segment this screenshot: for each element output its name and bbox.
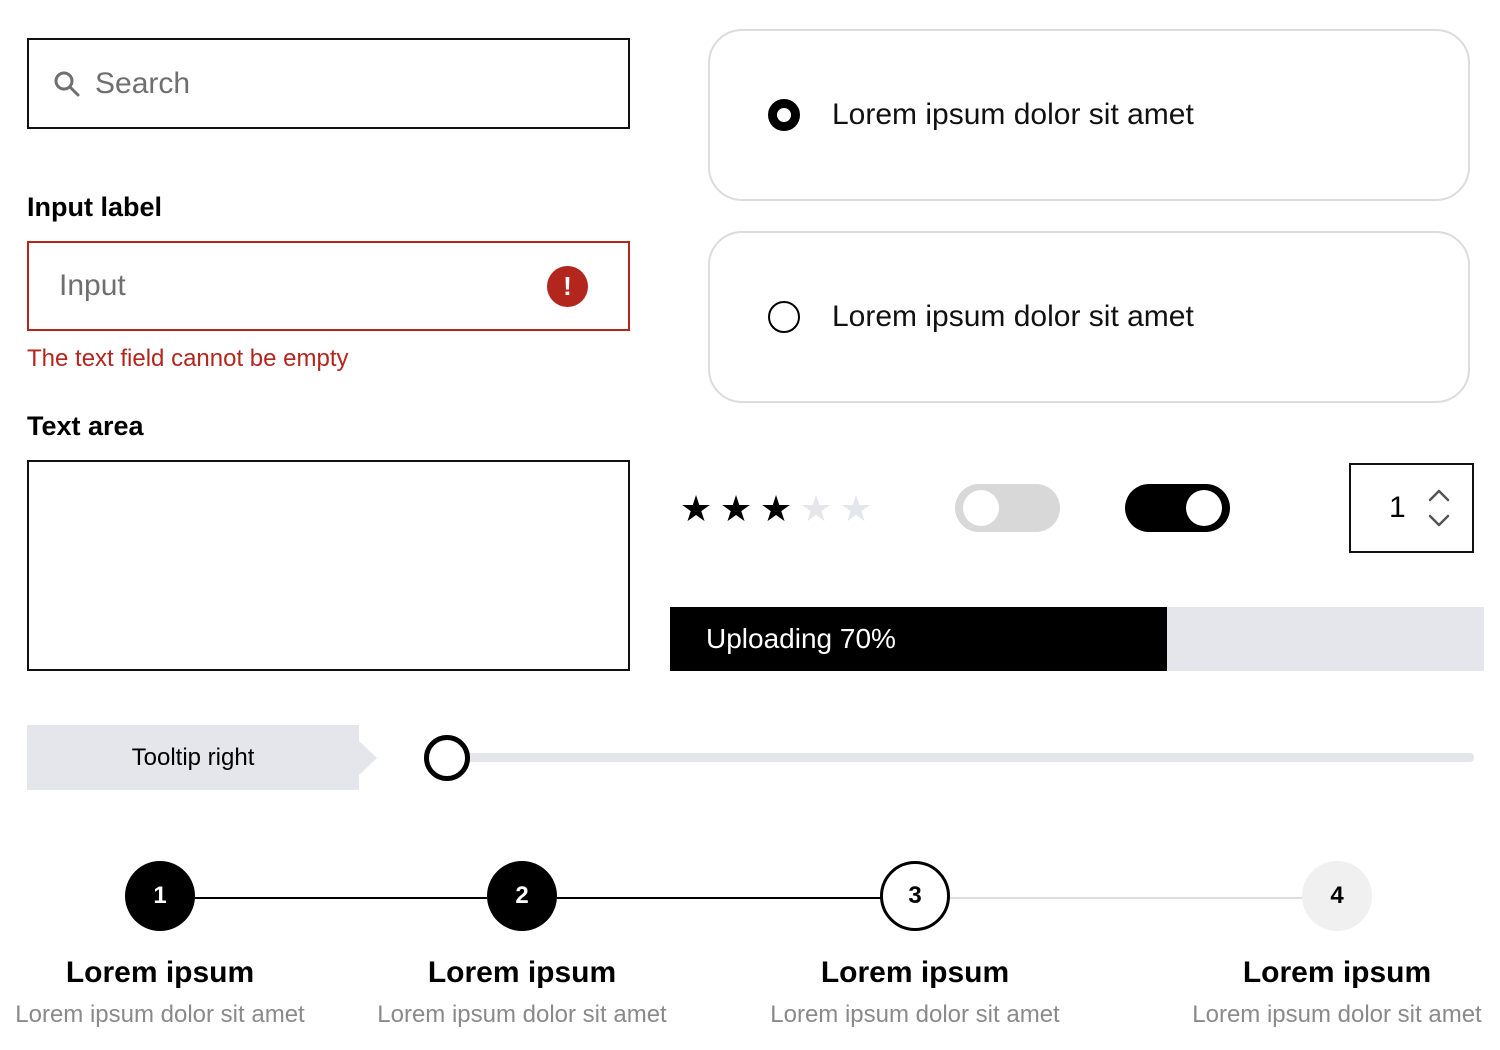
- step-number: 1: [153, 882, 167, 909]
- star-icon[interactable]: ★: [678, 488, 714, 530]
- step-connector: [950, 897, 1303, 899]
- step-indicator-1[interactable]: 1: [125, 861, 195, 931]
- upload-progress-bar: Uploading 70%: [670, 607, 1484, 671]
- step-title: Lorem ipsum: [65, 956, 255, 989]
- step-description: Lorem ipsum dolor sit amet: [377, 1001, 667, 1028]
- progress-label: Uploading 70%: [706, 623, 896, 654]
- star-rating[interactable]: ★ ★ ★ ★ ★: [678, 488, 874, 530]
- star-icon[interactable]: ★: [838, 488, 874, 530]
- search-icon: [54, 71, 80, 96]
- step-indicator-3[interactable]: 3: [880, 861, 950, 931]
- radio-label: Lorem ipsum dolor sit amet: [832, 98, 1194, 131]
- toggle-knob: [1186, 490, 1222, 526]
- slider-thumb[interactable]: [424, 735, 470, 781]
- toggle-switch-off[interactable]: [955, 484, 1060, 532]
- search-input[interactable]: [95, 66, 575, 101]
- quantity-stepper[interactable]: 1: [1349, 463, 1474, 553]
- step-description: Lorem ipsum dolor sit amet: [1192, 1001, 1482, 1028]
- text-area[interactable]: [27, 460, 630, 671]
- search-field[interactable]: [27, 38, 630, 129]
- step-title: Lorem ipsum: [1242, 956, 1432, 989]
- textarea-label: Text area: [27, 411, 144, 441]
- text-input-field[interactable]: !: [27, 241, 630, 331]
- quantity-value: 1: [1389, 491, 1406, 524]
- toggle-knob: [963, 490, 999, 526]
- radio-button-unchecked[interactable]: [768, 301, 800, 333]
- step-title: Lorem ipsum: [427, 956, 617, 989]
- slider-track[interactable]: [447, 753, 1474, 762]
- step-indicator-2[interactable]: 2: [487, 861, 557, 931]
- radio-label: Lorem ipsum dolor sit amet: [832, 300, 1194, 333]
- input-label: Input label: [27, 192, 162, 222]
- radio-card-2[interactable]: Lorem ipsum dolor sit amet: [708, 231, 1470, 403]
- chevron-up-icon[interactable]: [1427, 487, 1451, 503]
- tooltip-text: Tooltip right: [131, 743, 255, 771]
- radio-card-1[interactable]: Lorem ipsum dolor sit amet: [708, 29, 1470, 201]
- chevron-down-icon[interactable]: [1427, 513, 1451, 529]
- tooltip-arrow: [359, 741, 377, 775]
- exclamation-icon: !: [547, 265, 588, 307]
- step-description: Lorem ipsum dolor sit amet: [770, 1001, 1060, 1028]
- step-title: Lorem ipsum: [820, 956, 1010, 989]
- step-number: 4: [1330, 882, 1344, 909]
- toggle-switch-on[interactable]: [1125, 484, 1230, 532]
- text-input[interactable]: [59, 269, 499, 303]
- step-description: Lorem ipsum dolor sit amet: [15, 1001, 305, 1028]
- tooltip: Tooltip right: [27, 725, 359, 790]
- step-connector: [557, 897, 881, 899]
- error-message: The text field cannot be empty: [27, 345, 349, 372]
- step-indicator-4[interactable]: 4: [1302, 861, 1372, 931]
- step-connector: [195, 897, 487, 899]
- step-number: 2: [515, 882, 529, 909]
- star-icon[interactable]: ★: [718, 488, 754, 530]
- radio-button-checked[interactable]: [768, 99, 800, 131]
- step-number: 3: [908, 882, 922, 909]
- star-icon[interactable]: ★: [758, 488, 794, 530]
- star-icon[interactable]: ★: [798, 488, 834, 530]
